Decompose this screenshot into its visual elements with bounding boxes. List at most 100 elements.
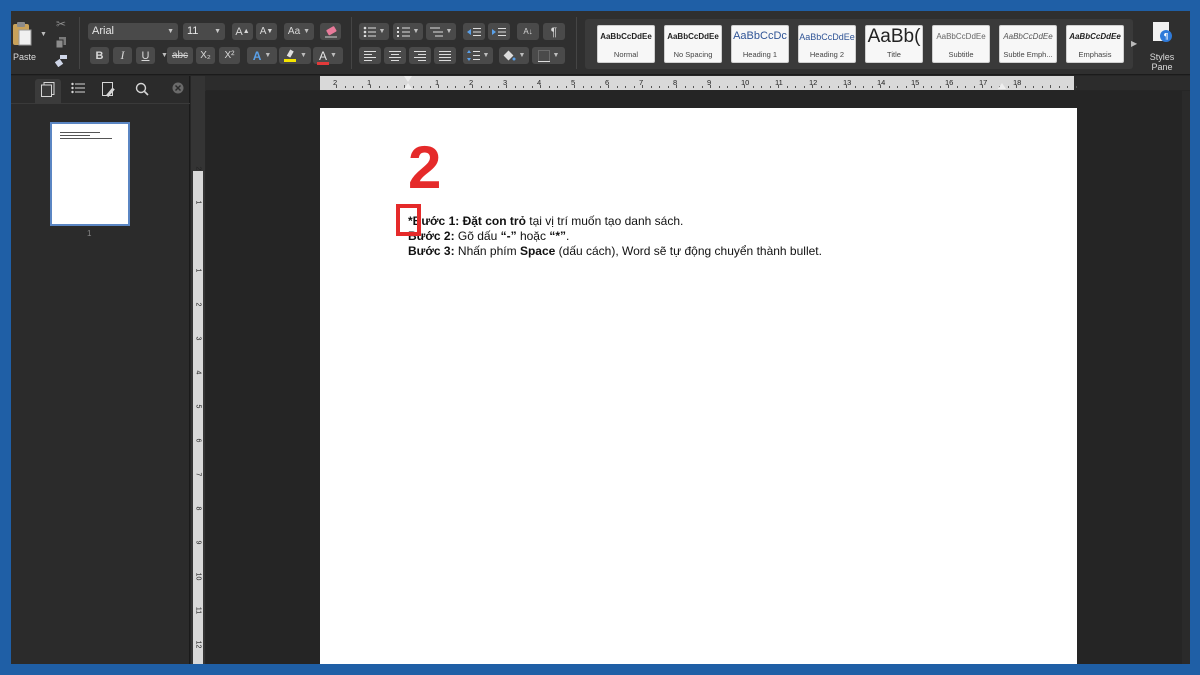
justify-button[interactable] bbox=[434, 47, 456, 64]
ruler-tick bbox=[489, 86, 490, 88]
styles-pane-icon[interactable]: ¶ bbox=[1151, 21, 1173, 43]
bullets-button[interactable]: ▼ bbox=[359, 23, 389, 40]
svg-text:¶: ¶ bbox=[1164, 32, 1169, 41]
ruler-tick bbox=[361, 86, 363, 88]
close-icon[interactable] bbox=[169, 82, 187, 98]
align-left-button[interactable] bbox=[359, 47, 381, 64]
highlight-button[interactable]: ▼ bbox=[279, 47, 311, 64]
copy-icon[interactable] bbox=[53, 36, 69, 50]
step-2-text: hoặc bbox=[516, 229, 550, 243]
revisions-icon[interactable] bbox=[101, 82, 119, 98]
show-marks-button[interactable]: ¶ bbox=[543, 23, 565, 40]
font-name-value: Arial bbox=[92, 25, 115, 37]
font-size-value: 11 bbox=[187, 25, 199, 37]
style-label: Subtitle bbox=[948, 50, 974, 59]
document-line-1[interactable]: *Bước 1: Đặt con trỏ tại vị trí muốn tạo… bbox=[408, 214, 683, 228]
strikethrough-button[interactable]: abc bbox=[167, 47, 193, 64]
format-painter-icon[interactable] bbox=[53, 54, 69, 68]
ruler-tick bbox=[506, 85, 507, 88]
font-color-button[interactable]: A ▼ bbox=[313, 47, 343, 65]
document-line-2[interactable]: Bước 2: Gõ dấu “-” hoặc “*”. bbox=[408, 229, 569, 243]
font-size-combo[interactable]: 11 ▼ bbox=[183, 23, 225, 40]
ruler-tick bbox=[761, 86, 762, 88]
page-thumbnail[interactable] bbox=[50, 122, 130, 226]
change-case-button[interactable]: Aa ▼ bbox=[284, 23, 314, 40]
font-name-combo[interactable]: Arial ▼ bbox=[88, 23, 178, 40]
ruler-tick bbox=[667, 86, 669, 88]
clear-formatting-icon[interactable] bbox=[320, 23, 341, 40]
paste-label: Paste bbox=[13, 52, 37, 62]
italic-button[interactable]: I bbox=[113, 47, 132, 64]
numbering-button[interactable]: ▼ bbox=[393, 23, 423, 40]
ruler-number: 13 bbox=[843, 78, 852, 87]
vertical-ruler[interactable]: 2 1 1 2 3 4 5 6 7 8 9 10 11 12 bbox=[191, 76, 205, 664]
increase-indent-button[interactable] bbox=[488, 23, 510, 40]
thumbnail-text-line bbox=[60, 132, 100, 133]
chevron-down-icon: ▼ bbox=[167, 28, 174, 35]
ruler-number: 15 bbox=[911, 78, 920, 87]
paste-button[interactable] bbox=[11, 21, 33, 47]
borders-button[interactable]: ▼ bbox=[532, 47, 565, 64]
style-no-spacing[interactable]: AaBbCcDdEe No Spacing bbox=[664, 25, 722, 63]
superscript-button[interactable]: X² bbox=[219, 47, 240, 64]
align-right-button[interactable] bbox=[409, 47, 431, 64]
style-emphasis[interactable]: AaBbCcDdEe Emphasis bbox=[1066, 25, 1124, 63]
style-title[interactable]: AaBb( Title bbox=[865, 25, 923, 63]
ruler-tick bbox=[446, 86, 448, 88]
ruler-tick bbox=[1024, 86, 1026, 88]
ruler-number: 10 bbox=[741, 78, 750, 87]
styles-pane-button[interactable]: Styles Pane bbox=[1145, 52, 1179, 72]
ruler-tick bbox=[608, 85, 609, 88]
subscript-button[interactable]: X₂ bbox=[196, 47, 215, 64]
ruler-tick bbox=[480, 86, 482, 88]
hanging-indent-marker[interactable] bbox=[404, 83, 412, 89]
align-center-button[interactable] bbox=[384, 47, 406, 64]
line-spacing-button[interactable]: ▼ bbox=[463, 47, 493, 64]
ribbon-toolbar: ▼ Paste ✂ Arial ▼ 11 ▼ A ▲ A ▼ Aa ▼ B I U ▼… bbox=[11, 11, 1190, 75]
sort-button[interactable]: A↓ bbox=[517, 23, 539, 40]
vertical-scrollbar[interactable] bbox=[1182, 91, 1190, 664]
ruler-tick bbox=[676, 85, 677, 88]
right-indent-marker[interactable] bbox=[998, 83, 1006, 89]
style-subtle-emphasis[interactable]: AaBbCcDdEe Subtle Emph... bbox=[999, 25, 1057, 63]
ruler-tick bbox=[778, 85, 779, 88]
outline-icon[interactable] bbox=[69, 82, 87, 98]
bullet-list-icon bbox=[363, 26, 376, 37]
ruler-tick bbox=[548, 86, 550, 88]
underline-button[interactable]: U bbox=[136, 47, 155, 64]
style-subtitle[interactable]: AaBbCcDdEe Subtitle bbox=[932, 25, 990, 63]
bold-button[interactable]: B bbox=[90, 47, 109, 64]
first-line-indent-marker[interactable] bbox=[404, 76, 412, 82]
multilevel-list-button[interactable]: ▼ bbox=[426, 23, 456, 40]
grow-font-button[interactable]: A ▲ bbox=[232, 23, 253, 40]
style-normal[interactable]: AaBbCcDdEe Normal bbox=[597, 25, 655, 63]
style-preview: AaBb( bbox=[867, 26, 921, 47]
separator bbox=[79, 17, 80, 69]
style-label: Normal bbox=[613, 50, 639, 59]
shading-button[interactable]: ▼ bbox=[499, 47, 529, 64]
gallery-next-icon[interactable]: ▶ bbox=[1131, 39, 1137, 48]
horizontal-ruler[interactable]: 2 1 1 2 3 4 5 6 7 8 9 10 11 12 13 14 15 16 17 18 bbox=[206, 76, 1190, 90]
document-page[interactable]: 2 *Bước 1: Đặt con trỏ tại vị trí muốn t… bbox=[320, 108, 1077, 664]
cut-icon[interactable]: ✂ bbox=[53, 17, 69, 31]
ruler-tick bbox=[387, 86, 388, 88]
document-line-3[interactable]: Bước 3: Nhấn phím Space (dấu cách), Word… bbox=[408, 244, 822, 258]
search-icon[interactable] bbox=[133, 82, 151, 98]
justify-icon bbox=[439, 50, 451, 61]
ruler-tick bbox=[871, 86, 873, 88]
document-canvas: 2 *Bước 1: Đặt con trỏ tại vị trí muốn t… bbox=[206, 91, 1190, 664]
paste-dropdown-icon[interactable]: ▼ bbox=[40, 31, 47, 38]
ruler-tick bbox=[344, 86, 346, 88]
style-heading-2[interactable]: AaBbCcDdEe Heading 2 bbox=[798, 25, 856, 63]
style-heading-1[interactable]: AaBbCcDc Heading 1 bbox=[731, 25, 789, 63]
separator bbox=[351, 17, 352, 69]
ruler-tick bbox=[421, 86, 422, 88]
decrease-indent-button[interactable] bbox=[463, 23, 485, 40]
ruler-tick bbox=[931, 86, 932, 88]
shrink-font-button[interactable]: A ▼ bbox=[256, 23, 277, 40]
text-effects-button[interactable]: A ▼ bbox=[247, 47, 277, 64]
star-quote: “*” bbox=[549, 229, 566, 243]
thumbnails-icon[interactable] bbox=[39, 82, 57, 98]
style-label: Heading 1 bbox=[742, 50, 778, 59]
ruler-tick bbox=[370, 85, 371, 88]
